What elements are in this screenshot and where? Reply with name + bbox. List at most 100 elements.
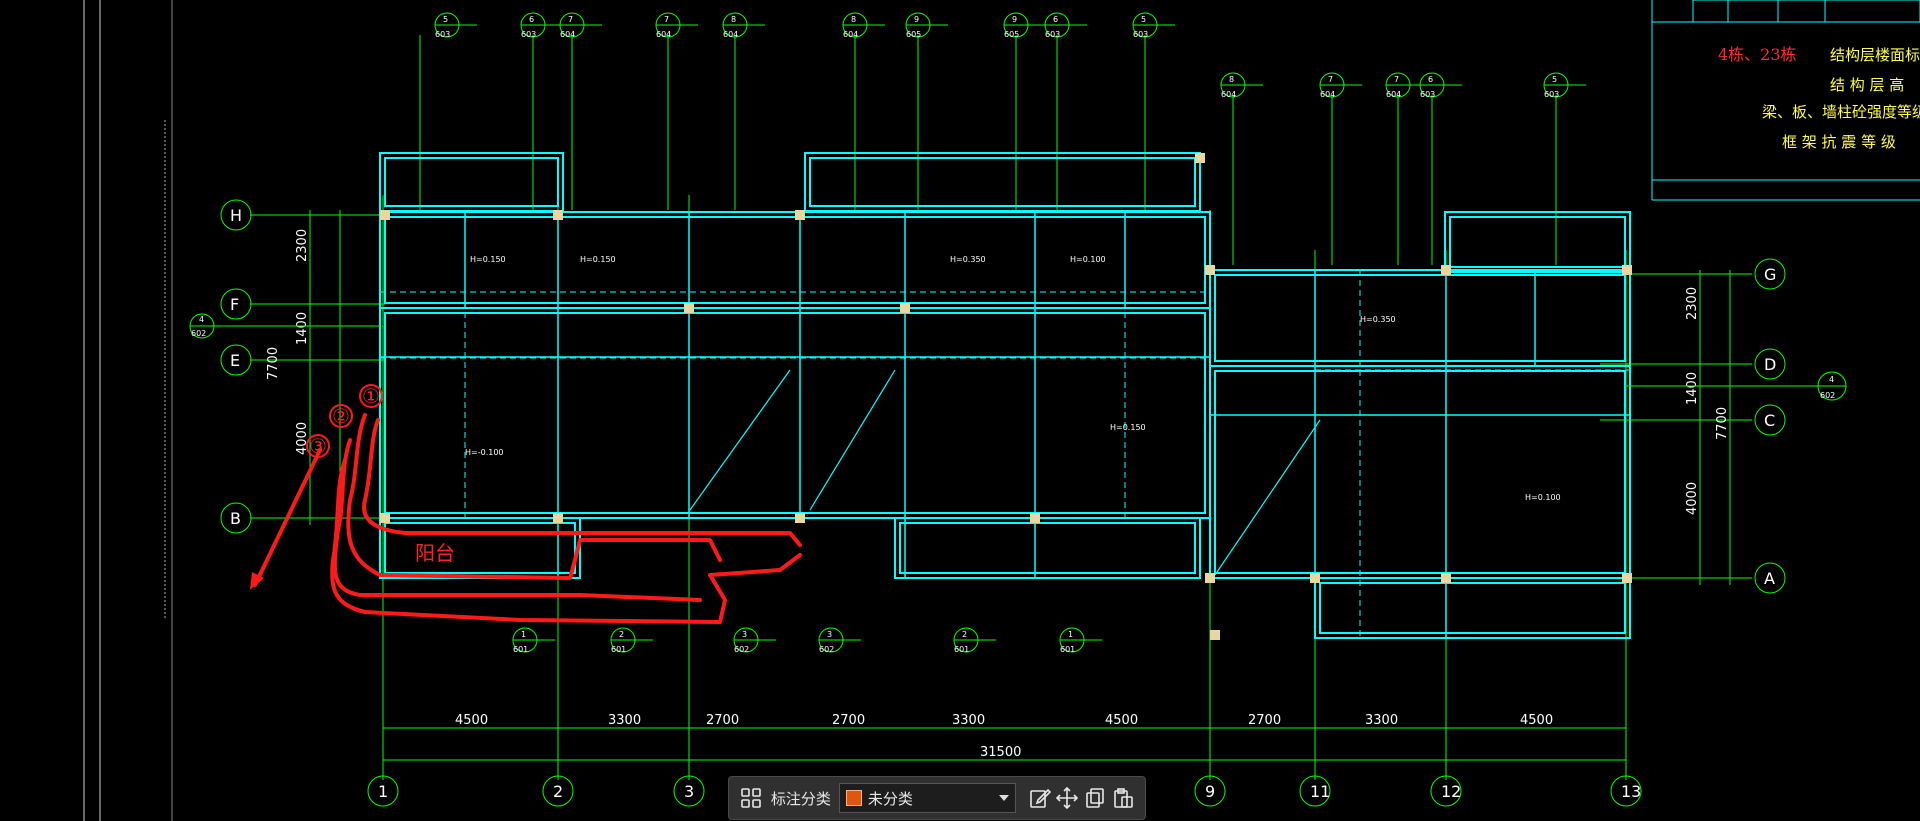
axis-label: 3 <box>684 782 694 801</box>
marker-code: 603 <box>1420 90 1435 99</box>
marker-number: 1 <box>1068 630 1073 639</box>
section-marker: 5 603 <box>1543 72 1586 99</box>
marker-code: 602 <box>734 645 749 654</box>
move-icon[interactable] <box>1054 784 1082 812</box>
chevron-down-icon <box>998 795 1009 801</box>
left-dim: 2300 <box>295 229 310 262</box>
top-section-markers: 5 603 6 603 7 604 7 604 8 604 8 604 9 605 9 605 6 603 5 603 <box>434 12 1175 39</box>
axis-label: 12 <box>1441 782 1461 801</box>
marker-number: 6 <box>529 15 534 24</box>
svg-text:602: 602 <box>1820 391 1835 400</box>
marker-code: 604 <box>560 30 575 39</box>
section-marker: 8 604 <box>722 12 765 39</box>
section-marker: 1601 <box>1059 627 1102 654</box>
section-marker: 7 604 <box>1319 72 1362 99</box>
marker-number: 8 <box>731 15 736 24</box>
marker-code: 601 <box>611 645 626 654</box>
title-line4: 框 架 抗 震 等 级 <box>1782 133 1896 151</box>
column-axis-bubble: 2 <box>542 775 574 807</box>
marker-code: 603 <box>435 30 450 39</box>
room-label: H=0.150 <box>470 255 506 264</box>
marker-code: 604 <box>723 30 738 39</box>
row-axis-bubble: B <box>220 502 252 534</box>
section-marker: 6 603 <box>1044 12 1087 39</box>
right-dim: 1400 <box>1685 372 1700 405</box>
marker-code: 604 <box>656 30 671 39</box>
marker-number: 3 <box>742 630 747 639</box>
section-marker: 1601 <box>512 627 555 654</box>
row-axis-bubble: H <box>220 199 252 231</box>
bottom-dim: 3300 <box>608 713 641 728</box>
column-axis-bubble: 11 <box>1299 775 1331 807</box>
left-dim: 1400 <box>295 312 310 345</box>
row-axis-bubble: G <box>1754 258 1786 290</box>
cad-drawing-canvas[interactable]: 4栋、23栋 结构层楼面标高 结 构 层 高 梁、板、墙柱砼强度等级 框 架 抗… <box>0 0 1920 821</box>
axis-label: G <box>1764 265 1776 284</box>
marker-code: 605 <box>1004 30 1019 39</box>
markup-1-text: ① <box>362 384 380 408</box>
title-line3: 梁、板、墙柱砼强度等级 <box>1762 103 1920 121</box>
bottom-dim: 3300 <box>1365 713 1398 728</box>
row-axis-bubble: A <box>1754 562 1786 594</box>
section-marker: 8 604 <box>842 12 885 39</box>
edit-icon[interactable] <box>1026 784 1054 812</box>
bottom-dim: 4500 <box>1105 713 1138 728</box>
column-axis-bubble: 13 <box>1610 775 1642 807</box>
section-marker: 5 603 <box>1132 12 1175 39</box>
marker-code: 604 <box>1320 90 1335 99</box>
marker-number: 3 <box>827 630 832 639</box>
column-axis-bubble: 1 <box>367 775 399 807</box>
right-dim: 2300 <box>1685 287 1700 320</box>
axis-label: A <box>1764 569 1775 588</box>
marker-number: 9 <box>914 15 919 24</box>
right-dim: 7700 <box>1715 407 1730 440</box>
title-building: 4栋、23栋 <box>1718 45 1797 64</box>
marker-number: 2 <box>962 630 967 639</box>
section-marker: 8 604 <box>1220 72 1263 99</box>
balcony-label: 阳台 <box>415 541 455 565</box>
section-marker: 7 604 <box>559 12 602 39</box>
column-grid-lines <box>382 195 1627 780</box>
marker-code: 601 <box>954 645 969 654</box>
marker-number: 1 <box>521 630 526 639</box>
side-marker-right: 4 602 <box>1625 371 1847 401</box>
marker-number: 7 <box>1394 75 1399 84</box>
marker-code: 601 <box>1060 645 1075 654</box>
left-dim: 7700 <box>266 347 281 380</box>
marker-code: 604 <box>843 30 858 39</box>
stair-diagonals <box>689 369 1321 576</box>
top-right-section-markers: 8 604 7 604 7 604 6 603 5 603 <box>1220 72 1586 99</box>
svg-text:4: 4 <box>1829 375 1834 384</box>
annotation-category-label: 标注分类 <box>770 789 831 808</box>
row-axis-bubble: E <box>220 344 252 376</box>
marker-number: 7 <box>568 15 573 24</box>
svg-text:4: 4 <box>199 315 204 324</box>
marker-number: 8 <box>851 15 856 24</box>
bottom-dim: 4500 <box>455 713 488 728</box>
category-select-value: 未分类 <box>867 789 913 808</box>
row-axis-bubble: D <box>1754 348 1786 380</box>
row-axis-bubble: F <box>220 288 252 320</box>
copy-icon[interactable] <box>1081 784 1109 812</box>
section-marker: 6 603 <box>520 12 563 39</box>
paste-icon[interactable] <box>1109 784 1137 812</box>
bottom-dim: 4500 <box>1520 713 1553 728</box>
marker-number: 5 <box>443 15 448 24</box>
section-marker: 9 605 <box>1003 12 1046 39</box>
room-label: H=0.350 <box>1360 315 1396 324</box>
section-marker: 9 605 <box>905 12 948 39</box>
axis-label: 9 <box>1205 782 1215 801</box>
marker-number: 5 <box>1552 75 1557 84</box>
category-select[interactable]: 未分类 <box>838 783 1016 813</box>
axis-label: D <box>1764 355 1776 374</box>
grid-apps-icon[interactable] <box>737 784 765 812</box>
axis-label: 1 <box>378 782 388 801</box>
title-block: 4栋、23栋 结构层楼面标高 结 构 层 高 梁、板、墙柱砼强度等级 框 架 抗… <box>1651 0 1920 201</box>
marker-code: 602 <box>819 645 834 654</box>
axis-label: C <box>1764 411 1775 430</box>
annotation-toolbar: 标注分类 未分类 <box>728 776 1146 820</box>
room-label: H=0.150 <box>1110 423 1146 432</box>
marker-number: 6 <box>1428 75 1433 84</box>
bottom-dim: 2700 <box>706 713 739 728</box>
marker-number: 7 <box>664 15 669 24</box>
